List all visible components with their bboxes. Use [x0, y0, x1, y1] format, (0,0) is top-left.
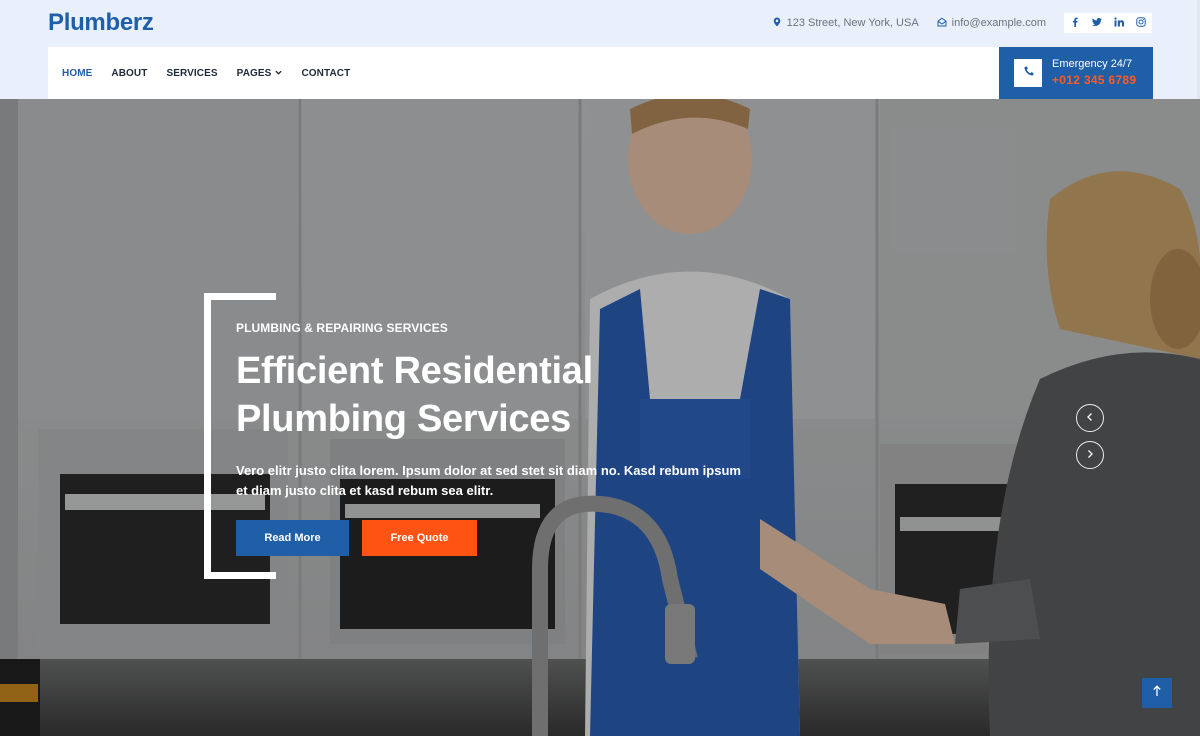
- nav-contact[interactable]: CONTACT: [301, 68, 350, 79]
- contact-info: 123 Street, New York, USA info@example.c…: [772, 13, 1152, 33]
- carousel-prev-button[interactable]: [1076, 404, 1104, 432]
- emergency-label: Emergency 24/7: [1052, 58, 1133, 71]
- nav-home[interactable]: HOME: [62, 68, 92, 79]
- hero-buttons: Read More Free Quote: [236, 520, 756, 556]
- nav-about[interactable]: ABOUT: [111, 68, 147, 79]
- twitter-link[interactable]: [1086, 13, 1108, 33]
- emergency-phone[interactable]: +012 345 6789: [1052, 73, 1136, 87]
- brand-logo[interactable]: Plumberz: [48, 9, 154, 37]
- phone-icon: [1023, 64, 1034, 82]
- email-info: info@example.com: [937, 17, 1046, 30]
- decorative-bracket-top: [204, 293, 276, 300]
- main-nav: HOME ABOUT SERVICES PAGES CONTACT: [48, 47, 1000, 99]
- map-marker-icon: [772, 17, 782, 30]
- nav-services[interactable]: SERVICES: [166, 68, 217, 79]
- free-quote-button[interactable]: Free Quote: [362, 520, 477, 556]
- chevron-right-icon: [1085, 446, 1095, 464]
- twitter-icon: [1092, 17, 1102, 30]
- decorative-bracket-bottom: [204, 572, 276, 579]
- emergency-contact[interactable]: Emergency 24/7 +012 345 6789: [999, 47, 1153, 99]
- hero-carousel: PLUMBING & REPAIRING SERVICES Efficient …: [0, 99, 1200, 736]
- linkedin-icon: [1114, 16, 1124, 30]
- email-text[interactable]: info@example.com: [952, 17, 1046, 29]
- nav-services-label: SERVICES: [166, 67, 218, 79]
- back-to-top-button[interactable]: [1142, 678, 1172, 708]
- social-links: [1064, 13, 1152, 33]
- top-bar: Plumberz 123 Street, New York, USA info@…: [0, 0, 1200, 47]
- nav-contact-label: CONTACT: [301, 67, 351, 79]
- instagram-link[interactable]: [1130, 13, 1152, 33]
- nav-pages-dropdown[interactable]: PAGES: [237, 68, 283, 79]
- facebook-icon: [1070, 17, 1080, 30]
- read-more-button[interactable]: Read More: [236, 520, 349, 556]
- nav-about-label: ABOUT: [111, 67, 148, 79]
- instagram-icon: [1136, 16, 1146, 30]
- hero-description: Vero elitr justo clita lorem. Ipsum dolo…: [236, 463, 741, 498]
- hero-title: Efficient Residential Plumbing Services: [236, 347, 756, 443]
- hero-subtitle: PLUMBING & REPAIRING SERVICES: [236, 321, 448, 335]
- envelope-open-icon: [937, 17, 947, 30]
- nav-home-label: HOME: [62, 67, 93, 79]
- address-info: 123 Street, New York, USA: [772, 17, 919, 30]
- arrow-up-icon: [1152, 684, 1162, 702]
- nav-pages-label: PAGES: [236, 67, 272, 79]
- hero-title-line-1: Efficient Residential: [236, 350, 593, 392]
- phone-icon-box: [1014, 59, 1042, 87]
- facebook-link[interactable]: [1064, 13, 1086, 33]
- linkedin-link[interactable]: [1108, 13, 1130, 33]
- chevron-left-icon: [1085, 409, 1095, 427]
- decorative-bracket: [204, 293, 211, 579]
- hero-content: PLUMBING & REPAIRING SERVICES Efficient …: [236, 321, 756, 556]
- address-text: 123 Street, New York, USA: [786, 17, 919, 29]
- carousel-next-button[interactable]: [1076, 441, 1104, 469]
- hero-title-line-2: Plumbing Services: [236, 398, 571, 440]
- chevron-down-icon: [275, 68, 283, 79]
